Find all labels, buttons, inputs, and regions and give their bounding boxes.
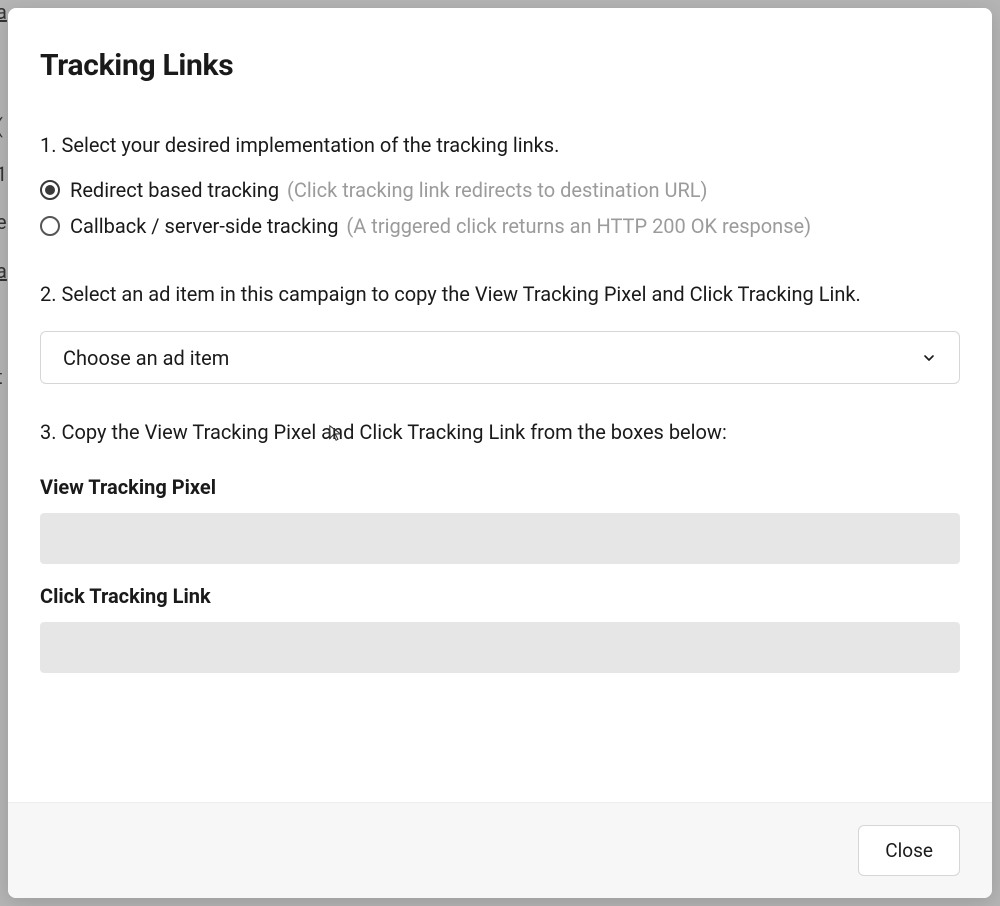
- radio-indicator-icon: [40, 216, 60, 236]
- radio-redirect-tracking[interactable]: Redirect based tracking (Click tracking …: [40, 178, 960, 202]
- step1-instruction: 1. Select your desired implementation of…: [40, 131, 960, 160]
- radio-hint: (A triggered click returns an HTTP 200 O…: [346, 214, 811, 238]
- click-link-label: Click Tracking Link: [40, 584, 960, 608]
- radio-indicator-icon: [40, 180, 60, 200]
- radio-hint: (Click tracking link redirects to destin…: [287, 178, 707, 202]
- click-link-output[interactable]: [40, 622, 960, 673]
- modal-footer: Close: [8, 802, 992, 898]
- ad-item-select[interactable]: Choose an ad item: [40, 331, 960, 384]
- step2-instruction: 2. Select an ad item in this campaign to…: [40, 280, 960, 309]
- close-button[interactable]: Close: [858, 825, 960, 876]
- radio-label: Redirect based tracking: [70, 178, 279, 202]
- radio-label: Callback / server-side tracking: [70, 214, 338, 238]
- view-pixel-label: View Tracking Pixel: [40, 475, 960, 499]
- select-placeholder: Choose an ad item: [63, 346, 229, 370]
- radio-callback-tracking[interactable]: Callback / server-side tracking (A trigg…: [40, 214, 960, 238]
- tracking-links-modal: Tracking Links 1. Select your desired im…: [8, 8, 992, 898]
- step3-instruction: 3. Copy the View Tracking Pixel and Clic…: [40, 418, 960, 447]
- modal-title: Tracking Links: [40, 48, 960, 83]
- chevron-down-icon: [921, 350, 937, 366]
- tracking-type-radio-group: Redirect based tracking (Click tracking …: [40, 178, 960, 238]
- view-pixel-output[interactable]: [40, 513, 960, 564]
- modal-body: Tracking Links 1. Select your desired im…: [8, 8, 992, 802]
